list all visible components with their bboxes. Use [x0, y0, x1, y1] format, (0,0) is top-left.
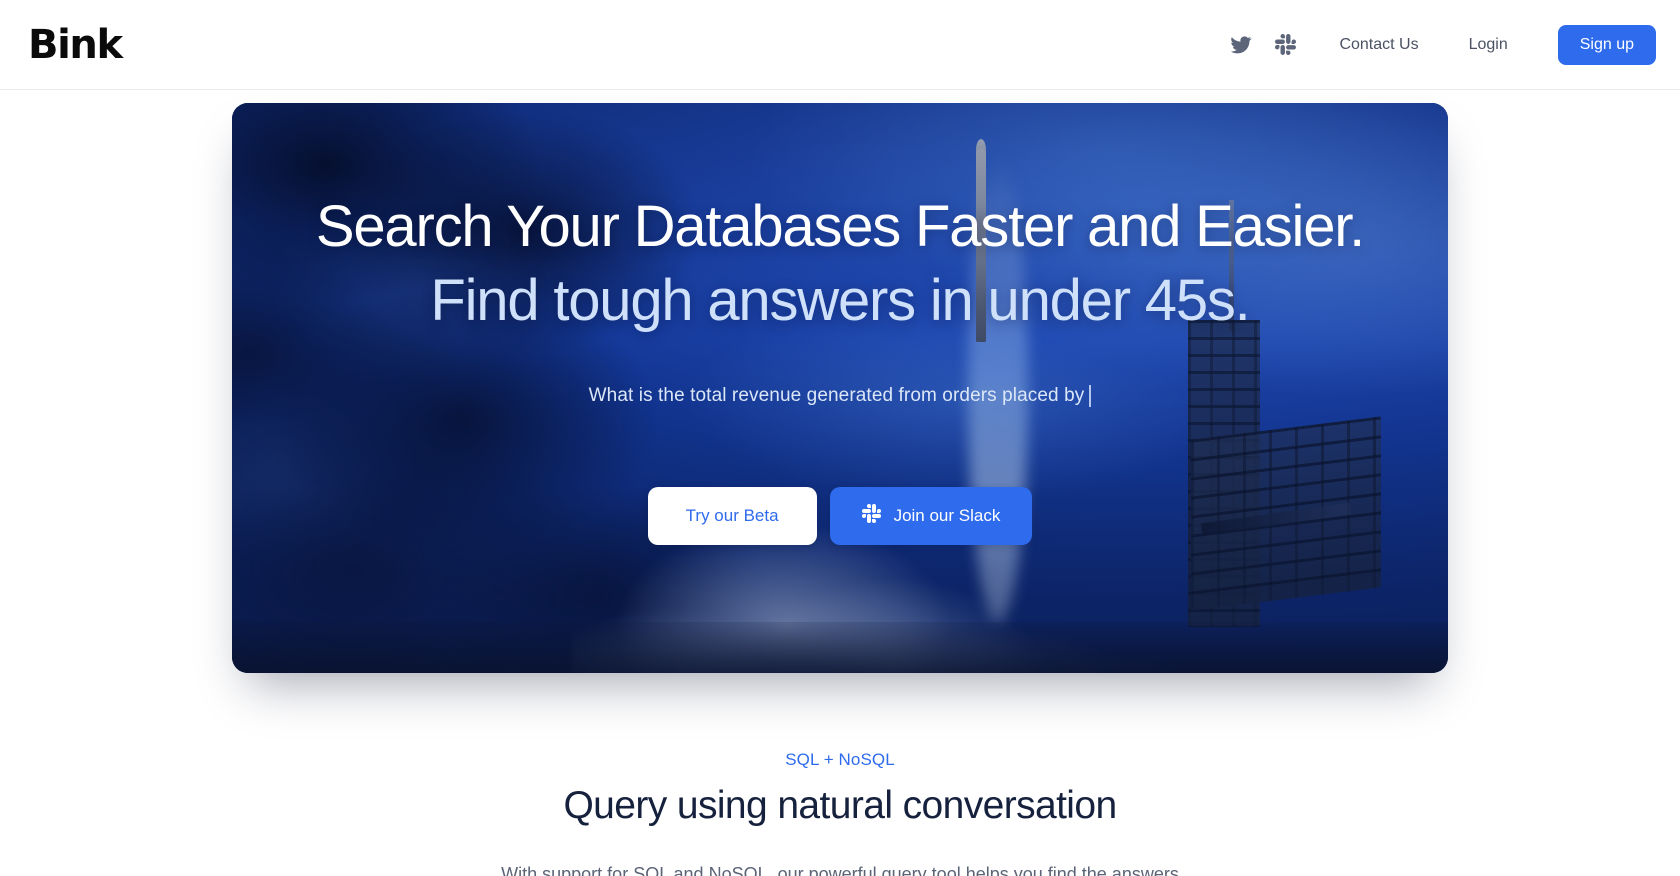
typing-cursor — [1089, 385, 1092, 407]
hero-section: Search Your Databases Faster and Easier.… — [0, 90, 1680, 673]
feature-eyebrow: SQL + NoSQL — [785, 750, 895, 769]
feature-heading: Query using natural conversation — [563, 784, 1117, 827]
hero-content: Search Your Databases Faster and Easier.… — [232, 103, 1448, 673]
slack-icon — [861, 504, 881, 528]
hero-cta-group: Try our Beta Join our Slack — [647, 487, 1033, 545]
brand-logo[interactable]: Bink — [24, 25, 123, 65]
site-header: Bink Contact Us Login Sign up — [0, 0, 1680, 90]
slack-icon[interactable] — [1273, 33, 1297, 57]
hero-typed-subtitle-text: What is the total revenue generated from… — [588, 385, 1085, 406]
twitter-icon[interactable] — [1229, 33, 1253, 57]
primary-navigation: Contact Us Login Sign up — [1229, 24, 1656, 65]
sign-up-button[interactable]: Sign up — [1557, 24, 1656, 65]
join-our-slack-button[interactable]: Join our Slack — [829, 487, 1033, 545]
hero-typed-subtitle: What is the total revenue generated from… — [589, 385, 1092, 407]
hero-headline-line-1: Search Your Databases Faster and Easier. — [315, 194, 1365, 259]
nav-link-contact-us[interactable]: Contact Us — [1339, 36, 1418, 54]
hero-card: Search Your Databases Faster and Easier.… — [232, 103, 1448, 673]
hero-headline-line-2: Find tough answers in under 45s. — [430, 268, 1250, 333]
social-links — [1229, 33, 1297, 57]
feature-section: SQL + NoSQL Query using natural conversa… — [0, 750, 1680, 876]
nav-link-login[interactable]: Login — [1469, 36, 1508, 54]
try-our-beta-button[interactable]: Try our Beta — [647, 487, 817, 545]
join-our-slack-label: Join our Slack — [893, 506, 1001, 525]
feature-body-text: With support for SQL and NoSQL, our powe… — [501, 864, 1179, 876]
